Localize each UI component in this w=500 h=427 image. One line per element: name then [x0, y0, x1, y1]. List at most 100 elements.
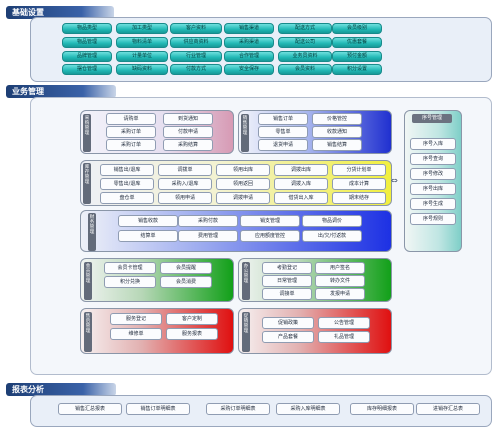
inventory-btn-10[interactable]: 盘仓单	[100, 192, 154, 204]
office-btn-5[interactable]: 发报申请	[315, 288, 365, 300]
basic-settings-button[interactable]: 物料清单	[116, 37, 168, 48]
finance-btn-6[interactable]: 应用额度管控	[240, 230, 300, 242]
report-btn-5[interactable]: 进销存汇总表	[416, 403, 480, 415]
basic-settings-button[interactable]: 合作管理	[224, 51, 274, 62]
basic-settings-button[interactable]: 加工类型	[116, 23, 168, 34]
office-btn-1[interactable]: 用户签名	[315, 262, 365, 274]
purchase-btn-5[interactable]: 采购结算	[163, 139, 213, 151]
serial-btn-1[interactable]: 序号查询	[410, 153, 456, 165]
basic-settings-button[interactable]: 积分设置	[332, 64, 382, 75]
basic-settings-button[interactable]: 行业管理	[170, 51, 222, 62]
serial-btn-0[interactable]: 序号入库	[410, 138, 456, 150]
basic-settings-button[interactable]: 安全保存	[224, 64, 274, 75]
sales-btn-1[interactable]: 价格管控	[312, 113, 362, 125]
inventory-btn-13[interactable]: 借货出入库	[274, 192, 328, 204]
service-btn-3[interactable]: 服务报表	[166, 328, 218, 340]
office-btn-0[interactable]: 考勤登记	[262, 262, 312, 274]
service-btn-0[interactable]: 服务登记	[110, 313, 162, 325]
inventory-btn-1[interactable]: 调拨单	[158, 164, 212, 176]
basic-settings-button[interactable]: 配送方式	[278, 23, 332, 34]
inventory-group-label: 库存管理	[83, 163, 91, 204]
finance-btn-4[interactable]: 结算单	[118, 230, 178, 242]
inventory-btn-2[interactable]: 领用出库	[216, 164, 270, 176]
business-title: 业务管理	[12, 87, 44, 96]
basic-settings-button[interactable]: 物品管理	[62, 37, 112, 48]
service-group-label: 售后管理	[84, 312, 92, 352]
sales-btn-2[interactable]: 零售单	[258, 126, 308, 138]
basic-settings-button[interactable]: 付款方式	[170, 64, 222, 75]
report-btn-2[interactable]: 采购订单明细表	[206, 403, 270, 415]
inventory-btn-7[interactable]: 领用返回	[216, 178, 270, 190]
sales-group-label: 销售管理	[241, 114, 249, 152]
purchase-btn-2[interactable]: 采购订单	[106, 126, 156, 138]
inventory-btn-3[interactable]: 调拨出库	[274, 164, 328, 176]
office-btn-4[interactable]: 调接单	[262, 288, 312, 300]
member-btn-1[interactable]: 会员提醒	[160, 262, 212, 274]
finance-btn-2[interactable]: 销支管理	[240, 215, 300, 227]
double-arrow-icon: ⇔	[391, 176, 398, 185]
member-btn-0[interactable]: 会员卡管理	[104, 262, 156, 274]
report-btn-3[interactable]: 采购入库明细表	[276, 403, 340, 415]
inventory-btn-12[interactable]: 调拨申请	[216, 192, 270, 204]
office-btn-3[interactable]: 转办文件	[315, 275, 365, 287]
inventory-btn-14[interactable]: 期末结存	[332, 192, 386, 204]
member-btn-3[interactable]: 会员消费	[160, 276, 212, 288]
finance-btn-0[interactable]: 销售收款	[118, 215, 178, 227]
promo-group-label: 促销管理	[242, 312, 250, 352]
member-group-label: 会员管理	[84, 262, 92, 300]
finance-btn-5[interactable]: 费用管理	[178, 230, 238, 242]
report-btn-0[interactable]: 销售汇总报表	[58, 403, 122, 415]
basic-settings-button[interactable]: 优惠套餐	[332, 37, 382, 48]
basic-settings-button[interactable]: 计量单位	[116, 51, 168, 62]
serial-btn-5[interactable]: 序号规则	[410, 213, 456, 225]
basic-settings-button[interactable]: 配送公司	[278, 37, 332, 48]
sales-btn-3[interactable]: 收款通知	[312, 126, 362, 138]
finance-btn-3[interactable]: 物品调价	[302, 215, 362, 227]
reports-title: 报表分析	[12, 385, 44, 394]
promo-btn-1[interactable]: 公告管理	[318, 317, 370, 329]
basic-settings-button[interactable]: 物品类型	[62, 23, 112, 34]
basic-settings-button[interactable]: 业务员资料	[278, 51, 332, 62]
inventory-btn-8[interactable]: 调拨入库	[274, 178, 328, 190]
sales-btn-5[interactable]: 销售结算	[312, 139, 362, 151]
purchase-btn-1[interactable]: 到货通知	[163, 113, 213, 125]
basic-settings-button[interactable]: 会员资料	[278, 64, 332, 75]
report-btn-1[interactable]: 销售订单明细表	[126, 403, 190, 415]
promo-btn-0[interactable]: 促销政策	[262, 317, 314, 329]
basic-settings-button[interactable]: 供应商资料	[170, 37, 222, 48]
finance-btn-7[interactable]: 出/欠/付返款	[302, 230, 362, 242]
finance-btn-1[interactable]: 采购付款	[178, 215, 238, 227]
inventory-btn-9[interactable]: 成本计算	[332, 178, 386, 190]
inventory-btn-6[interactable]: 采购入/退库	[158, 178, 212, 190]
basic-settings-button[interactable]: 客户资料	[170, 23, 222, 34]
member-btn-2[interactable]: 积分兑换	[104, 276, 156, 288]
service-btn-1[interactable]: 客户定制	[166, 313, 218, 325]
basic-settings-button[interactable]: 销售渠道	[224, 23, 274, 34]
inventory-btn-4[interactable]: 分货计划单	[332, 164, 386, 176]
promo-btn-2[interactable]: 产品套餐	[262, 331, 314, 343]
report-btn-4[interactable]: 库存明细报表	[350, 403, 414, 415]
inventory-btn-0[interactable]: 销售出/退库	[100, 164, 154, 176]
basic-settings-button[interactable]: 采购渠道	[224, 37, 274, 48]
finance-group-label: 财务管理	[88, 213, 96, 251]
basic-settings-button[interactable]: 品牌管理	[62, 51, 112, 62]
purchase-group-label: 采购管理	[83, 114, 91, 152]
purchase-btn-3[interactable]: 付款申请	[163, 126, 213, 138]
sales-btn-0[interactable]: 销售订单	[258, 113, 308, 125]
inventory-btn-5[interactable]: 零售出/退库	[100, 178, 154, 190]
purchase-btn-4[interactable]: 采购订单	[106, 139, 156, 151]
inventory-btn-11[interactable]: 领用申请	[158, 192, 212, 204]
sales-btn-4[interactable]: 退货申请	[258, 139, 308, 151]
basic-settings-button[interactable]: 预付金额	[332, 51, 382, 62]
basic-settings-button[interactable]: 摆仓管理	[62, 64, 112, 75]
purchase-btn-0[interactable]: 请购单	[106, 113, 156, 125]
serial-btn-2[interactable]: 序号修改	[410, 168, 456, 180]
promo-btn-3[interactable]: 礼品管理	[318, 331, 370, 343]
service-btn-2[interactable]: 维修单	[110, 328, 162, 340]
office-group-label: 办公管理	[242, 262, 250, 300]
serial-btn-3[interactable]: 序号出库	[410, 183, 456, 195]
serial-btn-4[interactable]: 序号生成	[410, 198, 456, 210]
basic-settings-button[interactable]: 会员级别	[332, 23, 382, 34]
basic-settings-button[interactable]: 缺码资料	[116, 64, 168, 75]
office-btn-2[interactable]: 日常管理	[262, 275, 312, 287]
